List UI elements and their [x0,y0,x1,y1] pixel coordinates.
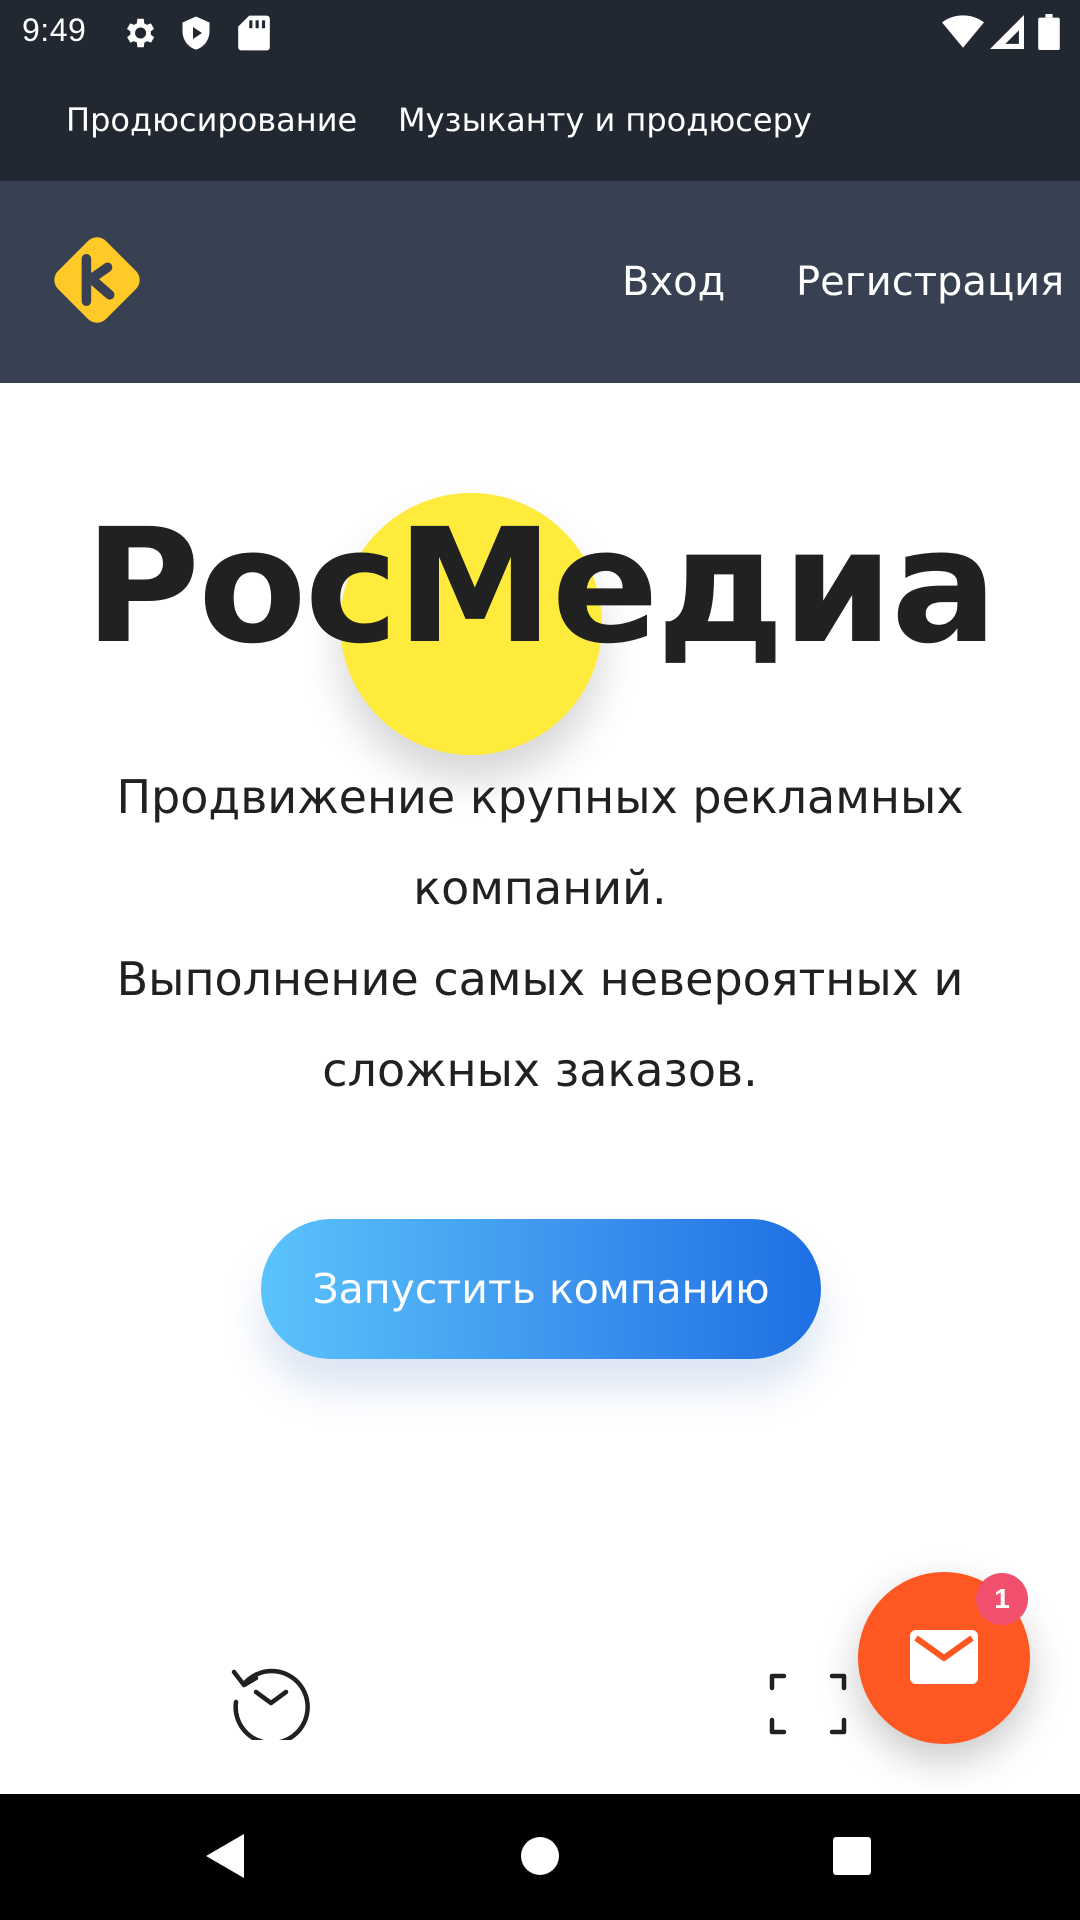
wifi-icon [942,14,984,54]
sd-card-icon [238,14,270,56]
hero-line: Продвижение крупных рекламных [116,770,964,824]
recents-icon[interactable] [832,1832,872,1884]
cellular-signal-icon [990,14,1024,54]
home-icon[interactable] [520,1832,560,1884]
hero-line: сложных заказов. [322,1043,758,1097]
hero-line: компаний. [413,861,667,915]
scan-icon[interactable] [768,1672,848,1736]
shield-play-icon [178,14,214,56]
android-nav-bar [0,1794,1080,1920]
login-link[interactable]: Вход [622,259,725,305]
hero-line: Выполнение самых невероятных и [116,952,964,1006]
hero-description: Продвижение крупных рекламных компаний. … [80,752,1000,1116]
nav-link-musician-producer[interactable]: Музыканту и продюсеру [398,101,812,139]
settings-icon [120,14,158,56]
nav-link-production[interactable]: Продюсирование [66,101,357,139]
hero-title: РосМедиа [84,495,997,679]
status-time: 9:49 [22,12,87,48]
notification-badge: 1 [976,1573,1028,1625]
battery-icon [1038,14,1060,54]
launch-campaign-button[interactable]: Запустить компанию [261,1219,821,1359]
register-link[interactable]: Регистрация [796,259,1064,305]
mail-icon [910,1630,978,1684]
brand-logo-icon[interactable] [44,227,150,333]
top-nav: Продюсирование Музыканту и продюсеру [0,63,1080,181]
back-icon[interactable] [204,1832,246,1884]
status-bar: 9:49 [0,0,1080,63]
site-header: Вход Регистрация [0,181,1080,383]
history-icon[interactable] [230,1658,312,1746]
